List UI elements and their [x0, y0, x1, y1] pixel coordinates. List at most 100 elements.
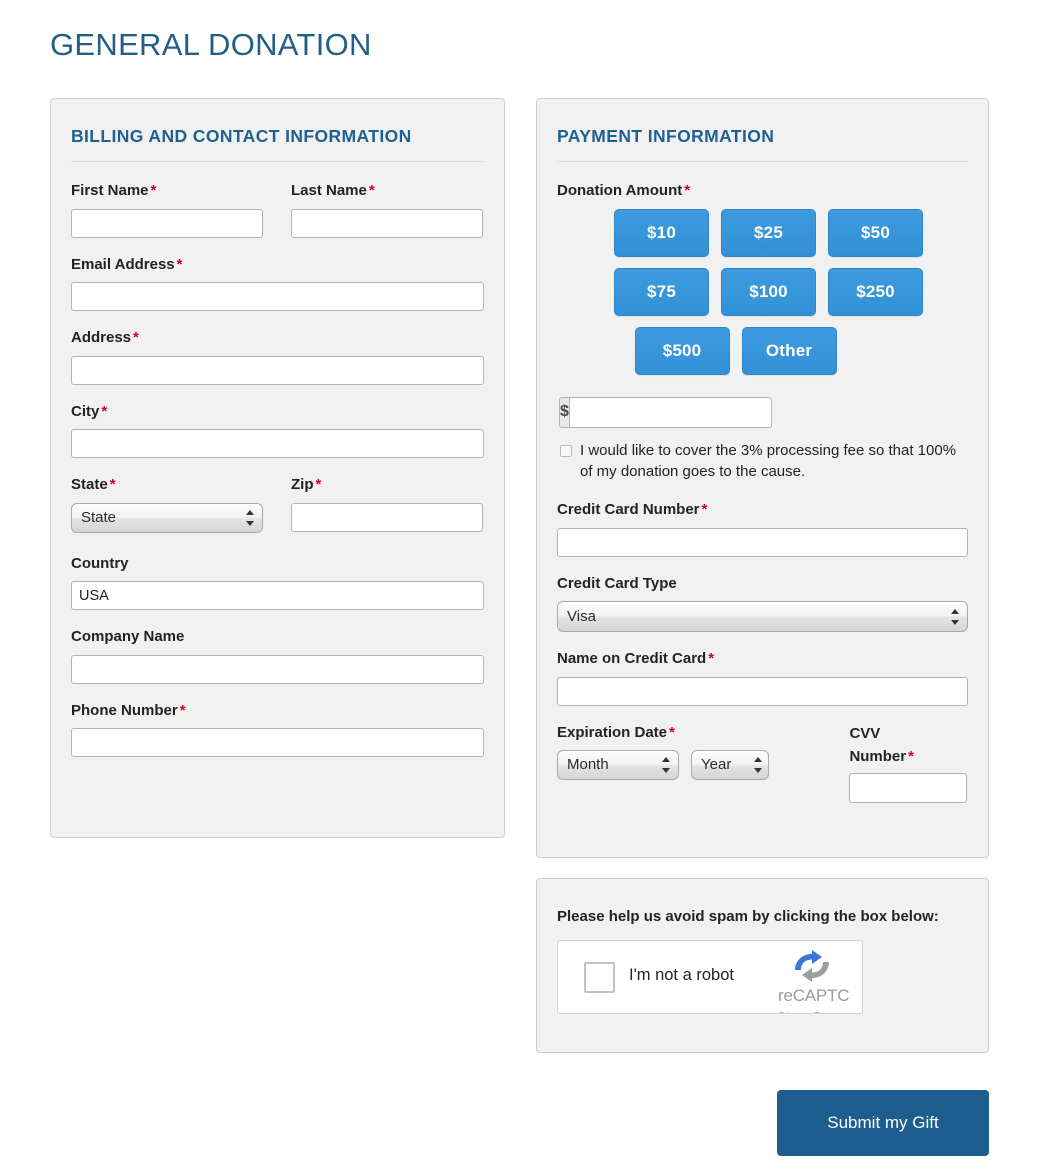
recaptcha-wordmark: reCAPTC	[778, 986, 850, 1005]
select-stepper-arrows-icon	[246, 509, 255, 527]
last-name-field-group: Last Name *	[291, 180, 483, 238]
custom-amount-input[interactable]	[568, 396, 772, 428]
email-label: Email Address *	[71, 255, 183, 273]
credit-card-type-value: Visa	[567, 608, 596, 626]
amount-button-500[interactable]: $500	[634, 326, 730, 375]
amount-button-25[interactable]: $25	[721, 208, 816, 257]
recaptcha-logo-icon	[788, 946, 836, 986]
name-on-card-input[interactable]	[557, 676, 968, 706]
address-label: Address *	[71, 329, 139, 347]
zip-field-group: Zip *	[291, 474, 483, 537]
amount-button-10[interactable]: $10	[614, 208, 709, 257]
credit-card-number-label: Credit Card Number *	[557, 501, 708, 519]
cvv-input[interactable]	[849, 773, 968, 804]
phone-number-input[interactable]	[71, 728, 484, 758]
cvv-label: CVV Number *	[849, 724, 914, 765]
expiration-year-select[interactable]: Year	[691, 750, 769, 781]
city-field-group: City *	[71, 401, 484, 459]
required-asterisk: *	[133, 329, 139, 347]
cvv-field-group: CVV Number *	[849, 722, 968, 804]
first-name-field-group: First Name *	[71, 180, 263, 238]
company-name-field-group: Company Name	[71, 626, 484, 684]
payment-information-panel: PAYMENT INFORMATION Donation Amount * $10…	[536, 98, 989, 858]
amount-button-100[interactable]: $100	[721, 267, 816, 316]
country-input[interactable]	[71, 581, 484, 611]
donation-amount-row: $10 $25 $50	[557, 208, 968, 257]
billing-section-divider	[71, 161, 484, 163]
donation-amount-row: $75 $100 $250	[557, 267, 968, 316]
expiration-month-select[interactable]: Month	[557, 750, 679, 781]
select-stepper-arrows-icon	[951, 608, 960, 626]
name-on-card-label: Name on Credit Card *	[557, 650, 715, 668]
amount-button-75[interactable]: $75	[614, 267, 709, 316]
expiration-selects: Month Year	[557, 750, 849, 781]
country-label: Country	[71, 554, 129, 572]
required-asterisk: *	[150, 182, 157, 200]
address-input[interactable]	[71, 355, 484, 385]
zip-input[interactable]	[291, 502, 483, 532]
state-zip-row: State * State Zip *	[71, 474, 484, 553]
first-name-label: First Name *	[71, 182, 157, 200]
expiration-date-label: Expiration Date *	[557, 723, 675, 741]
state-select[interactable]: State	[71, 502, 263, 533]
name-on-card-field-group: Name on Credit Card *	[557, 648, 968, 706]
donation-form-page: GENERAL DONATION BILLING AND CONTACT INF…	[0, 0, 1054, 1176]
country-field-group: Country	[71, 553, 484, 611]
processing-fee-group: I would like to cover the 3% processing …	[560, 440, 968, 483]
last-name-label: Last Name *	[291, 182, 375, 200]
required-asterisk: *	[669, 723, 675, 741]
amount-button-50[interactable]: $50	[828, 208, 923, 257]
email-field-group: Email Address *	[71, 254, 484, 312]
city-input[interactable]	[71, 429, 484, 459]
donation-amount-buttons: $10 $25 $50 $75 $100 $250 $500 Other	[557, 208, 968, 375]
state-select-value: State	[81, 508, 117, 526]
email-input[interactable]	[71, 282, 484, 312]
name-row: First Name * Last Name *	[71, 180, 484, 254]
credit-card-type-select[interactable]: Visa	[557, 601, 968, 633]
recaptcha-checkbox[interactable]	[584, 962, 615, 993]
required-asterisk: *	[368, 182, 375, 200]
select-stepper-arrows-icon	[754, 756, 763, 774]
processing-fee-checkbox[interactable]	[560, 444, 572, 457]
phone-number-label: Phone Number *	[71, 701, 186, 719]
state-field-group: State * State	[71, 474, 263, 537]
recaptcha-label: I'm not a robot	[629, 966, 734, 984]
required-asterisk: *	[315, 476, 322, 494]
required-asterisk: *	[109, 476, 116, 494]
amount-button-250[interactable]: $250	[828, 267, 923, 316]
required-asterisk: *	[684, 182, 691, 200]
expiration-date-field-group: Expiration Date * Month Year	[557, 722, 849, 804]
donation-amount-label: Donation Amount *	[557, 182, 691, 200]
payment-section-divider	[557, 161, 968, 163]
recaptcha-widget[interactable]: I'm not a robot reCAPTC Privacy - Terms	[557, 940, 863, 1014]
expiration-cvv-row: Expiration Date * Month Year CVV Number …	[557, 722, 968, 804]
billing-section-title: BILLING AND CONTACT INFORMATION	[71, 126, 412, 146]
credit-card-type-label: Credit Card Type	[557, 574, 677, 592]
select-stepper-arrows-icon	[662, 756, 671, 774]
required-asterisk: *	[179, 701, 186, 719]
city-label: City *	[71, 402, 108, 420]
credit-card-number-field-group: Credit Card Number *	[557, 499, 968, 557]
address-field-group: Address *	[71, 327, 484, 385]
required-asterisk: *	[708, 650, 715, 668]
required-asterisk: *	[176, 255, 183, 273]
captcha-prompt: Please help us avoid spam by clicking th…	[557, 908, 939, 925]
captcha-panel: Please help us avoid spam by clicking th…	[536, 878, 989, 1053]
phone-number-field-group: Phone Number *	[71, 700, 484, 758]
company-name-label: Company Name	[71, 628, 185, 646]
required-asterisk: *	[701, 501, 708, 519]
custom-amount-group: $	[559, 396, 772, 428]
recaptcha-privacy-terms[interactable]: Privacy - Terms	[779, 1010, 862, 1013]
recaptcha-branding: reCAPTC Privacy - Terms	[776, 946, 862, 1013]
credit-card-number-input[interactable]	[557, 527, 968, 557]
amount-button-other[interactable]: Other	[741, 326, 837, 375]
state-label: State *	[71, 476, 116, 494]
billing-and-contact-panel: BILLING AND CONTACT INFORMATION First Na…	[50, 98, 505, 838]
donation-amount-row: $500 Other	[557, 326, 968, 375]
first-name-input[interactable]	[71, 208, 263, 238]
last-name-input[interactable]	[291, 208, 483, 238]
payment-section-title: PAYMENT INFORMATION	[557, 126, 775, 146]
zip-label: Zip *	[291, 476, 322, 494]
company-name-input[interactable]	[71, 654, 484, 684]
submit-gift-button[interactable]: Submit my Gift	[777, 1090, 989, 1156]
